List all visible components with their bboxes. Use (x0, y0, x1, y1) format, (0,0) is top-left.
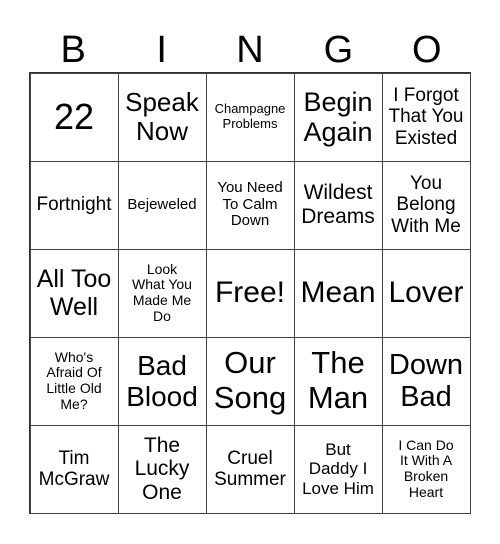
header-letter-g: G (323, 29, 354, 71)
bingo-cell[interactable]: I Forgot That You Existed (381, 72, 471, 162)
bingo-cell[interactable]: Down Bad (381, 336, 471, 426)
bingo-cell[interactable]: Our Song (205, 336, 295, 426)
bingo-cell[interactable]: Speak Now (117, 72, 207, 162)
header-letter-b: B (60, 29, 86, 71)
bingo-cell[interactable]: Fortnight (29, 160, 119, 250)
bingo-cell[interactable]: Champagne Problems (205, 72, 295, 162)
header-letter-o: O (412, 29, 442, 71)
bingo-cell[interactable]: The Man (293, 336, 383, 426)
bingo-cell[interactable]: Lover (381, 248, 471, 338)
bingo-cell[interactable]: Tim McGraw (29, 424, 119, 514)
bingo-grid: 22 Speak Now Champagne Problems Begin Ag… (29, 72, 471, 514)
bingo-cell[interactable]: Wildest Dreams (293, 160, 383, 250)
bingo-cell[interactable]: Begin Again (293, 72, 383, 162)
bingo-cell[interactable]: All Too Well (29, 248, 119, 338)
bingo-cell[interactable]: Bad Blood (117, 336, 207, 426)
bingo-cell[interactable]: You Belong With Me (381, 160, 471, 250)
header-letter-n: N (236, 29, 264, 71)
free-space-cell[interactable]: Free! (205, 248, 295, 338)
bingo-cell[interactable]: I Can Do It With A Broken Heart (381, 424, 471, 514)
header-letter-i: I (156, 29, 167, 71)
bingo-cell[interactable]: Cruel Summer (205, 424, 295, 514)
bingo-cell[interactable]: Bejeweled (117, 160, 207, 250)
bingo-header: B I N G O (29, 28, 471, 72)
bingo-cell[interactable]: 22 (29, 72, 119, 162)
bingo-cell[interactable]: Look What You Made Me Do (117, 248, 207, 338)
bingo-cell[interactable]: You Need To Calm Down (205, 160, 295, 250)
bingo-cell[interactable]: But Daddy I Love Him (293, 424, 383, 514)
bingo-cell[interactable]: Mean (293, 248, 383, 338)
bingo-cell[interactable]: Who's Afraid Of Little Old Me? (29, 336, 119, 426)
bingo-cell[interactable]: The Lucky One (117, 424, 207, 514)
